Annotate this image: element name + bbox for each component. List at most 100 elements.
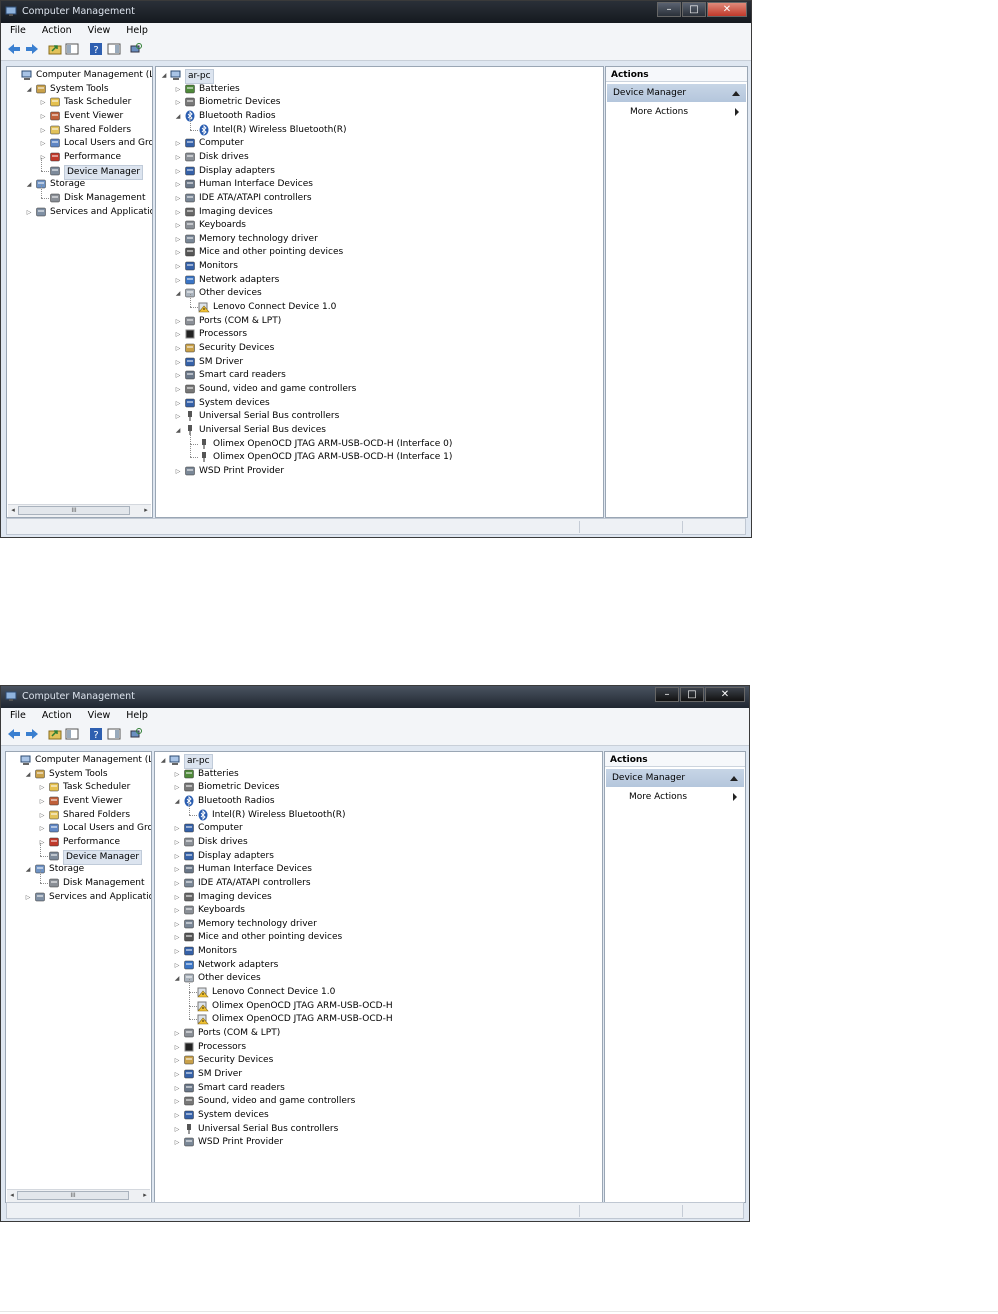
device-tree-item[interactable]: ▷ Batteries xyxy=(155,768,602,781)
collapse-icon[interactable]: ◢ xyxy=(174,289,182,299)
device-tree-item[interactable]: ▷ SM Driver xyxy=(156,356,603,369)
device-tree-item[interactable]: ▷ Network adapters xyxy=(155,959,602,972)
device-tree-item[interactable]: Intel(R) Wireless Bluetooth(R) xyxy=(155,801,602,822)
collapse-icon[interactable]: ◢ xyxy=(25,180,33,190)
console-tree-item[interactable]: ▷ Performance xyxy=(7,151,152,164)
expand-icon[interactable]: ▷ xyxy=(173,852,181,862)
minimize-button[interactable]: – xyxy=(655,687,679,702)
device-tree-item[interactable]: ▷ Processors xyxy=(156,328,603,341)
expand-icon[interactable]: ▷ xyxy=(173,783,181,793)
expand-icon[interactable]: ▷ xyxy=(173,865,181,875)
expand-icon[interactable]: ▷ xyxy=(39,98,47,108)
menu-file[interactable]: File xyxy=(1,23,32,39)
device-tree-item[interactable]: ▷ Display adapters xyxy=(155,850,602,863)
collapse-icon[interactable]: ◢ xyxy=(24,770,32,780)
expand-icon[interactable]: ▷ xyxy=(174,98,182,108)
device-tree-item[interactable]: ▷ SM Driver xyxy=(155,1068,602,1081)
scroll-thumb[interactable]: III xyxy=(17,1191,129,1200)
device-tree-item[interactable]: ▷ Sound, video and game controllers xyxy=(155,1095,602,1108)
expand-icon[interactable]: ▷ xyxy=(174,399,182,409)
device-tree-item[interactable]: ◢ Other devices xyxy=(156,287,603,300)
expand-icon[interactable]: ▷ xyxy=(173,933,181,943)
console-tree-item[interactable]: Device Manager xyxy=(7,157,152,180)
close-button[interactable]: ✕ xyxy=(707,2,747,17)
device-tree-item[interactable]: ▷ Smart card readers xyxy=(155,1082,602,1095)
console-tree-item[interactable]: Disk Management xyxy=(6,869,151,890)
expand-icon[interactable]: ▷ xyxy=(173,824,181,834)
collapse-icon[interactable]: ◢ xyxy=(173,974,181,984)
up-folder-icon[interactable] xyxy=(48,727,62,741)
expand-icon[interactable]: ▷ xyxy=(173,1029,181,1039)
console-tree-item[interactable]: Computer Management (Local xyxy=(6,754,151,767)
scroll-left-icon[interactable]: ◂ xyxy=(9,505,17,516)
device-tree-item[interactable]: ▷ Human Interface Devices xyxy=(156,178,603,191)
expand-icon[interactable]: ▷ xyxy=(173,1056,181,1066)
show-hide-tree-icon[interactable] xyxy=(65,727,79,741)
expand-icon[interactable]: ▷ xyxy=(174,85,182,95)
device-tree-item[interactable]: ▷ Ports (COM & LPT) xyxy=(156,315,603,328)
maximize-button[interactable]: □ xyxy=(682,2,706,17)
device-tree-item[interactable]: ▷ Memory technology driver xyxy=(155,918,602,931)
expand-icon[interactable]: ▷ xyxy=(173,906,181,916)
console-tree-item[interactable]: ▷ Task Scheduler xyxy=(6,781,151,794)
console-tree-item[interactable]: Disk Management xyxy=(7,184,152,205)
collapse-icon[interactable]: ◢ xyxy=(174,112,182,122)
menu-help[interactable]: Help xyxy=(116,23,154,39)
console-tree-item[interactable]: ▷ Event Viewer xyxy=(6,795,151,808)
expand-icon[interactable]: ▷ xyxy=(174,153,182,163)
expand-icon[interactable]: ▷ xyxy=(39,112,47,122)
expand-icon[interactable]: ▷ xyxy=(174,139,182,149)
device-tree-item[interactable]: ▷ Monitors xyxy=(155,945,602,958)
expand-icon[interactable]: ▷ xyxy=(173,893,181,903)
expand-icon[interactable]: ▷ xyxy=(173,879,181,889)
expand-icon[interactable]: ▷ xyxy=(173,770,181,780)
expand-icon[interactable]: ▷ xyxy=(174,235,182,245)
device-tree-item[interactable]: ▷ Keyboards xyxy=(155,904,602,917)
device-tree-item[interactable]: ▷ Disk drives xyxy=(156,151,603,164)
horizontal-scrollbar[interactable]: ◂ III ▸ xyxy=(7,1189,150,1202)
close-button[interactable]: ✕ xyxy=(705,687,745,702)
menu-action[interactable]: Action xyxy=(32,708,78,724)
expand-icon[interactable]: ▷ xyxy=(174,167,182,177)
device-tree-item[interactable]: ▷ IDE ATA/ATAPI controllers xyxy=(156,192,603,205)
menu-file[interactable]: File xyxy=(1,708,32,724)
expand-icon[interactable]: ▷ xyxy=(38,811,46,821)
menu-view[interactable]: View xyxy=(78,23,117,39)
expand-icon[interactable]: ▷ xyxy=(174,412,182,422)
device-tree-item[interactable]: ▷ Security Devices xyxy=(155,1054,602,1067)
device-tree-item[interactable]: ▷ Network adapters xyxy=(156,274,603,287)
expand-icon[interactable]: ▷ xyxy=(173,1111,181,1121)
console-tree-item[interactable]: ▷ Local Users and Groups xyxy=(7,137,152,150)
device-tree-item[interactable]: ◢ Other devices xyxy=(155,972,602,985)
expand-icon[interactable]: ▷ xyxy=(174,358,182,368)
expand-icon[interactable]: ▷ xyxy=(173,1084,181,1094)
console-tree-item[interactable]: ▷ Shared Folders xyxy=(6,809,151,822)
device-tree-item[interactable]: ▷ Smart card readers xyxy=(156,369,603,382)
forward-arrow-icon[interactable] xyxy=(25,727,39,741)
device-tree-item[interactable]: ◢ Universal Serial Bus devices xyxy=(156,424,603,437)
actions-device-manager[interactable]: Device Manager xyxy=(607,84,746,102)
expand-icon[interactable]: ▷ xyxy=(174,317,182,327)
device-tree-item[interactable]: ▷ Imaging devices xyxy=(156,206,603,219)
console-tree-item[interactable]: ▷ Services and Applications xyxy=(7,206,152,219)
expand-icon[interactable]: ▷ xyxy=(174,371,182,381)
expand-icon[interactable]: ▷ xyxy=(173,961,181,971)
device-tree-item[interactable]: ▷ IDE ATA/ATAPI controllers xyxy=(155,877,602,890)
device-tree-item[interactable]: ▷ Security Devices xyxy=(156,342,603,355)
expand-icon[interactable]: ▷ xyxy=(173,838,181,848)
console-tree-item[interactable]: ▷ Services and Applications xyxy=(6,891,151,904)
expand-icon[interactable]: ▷ xyxy=(174,330,182,340)
device-tree-item[interactable]: ▷ Sound, video and game controllers xyxy=(156,383,603,396)
scroll-right-icon[interactable]: ▸ xyxy=(141,1190,149,1201)
console-tree-item[interactable]: ◢ Storage xyxy=(6,863,151,876)
expand-icon[interactable]: ▷ xyxy=(174,180,182,190)
expand-icon[interactable]: ▷ xyxy=(38,797,46,807)
expand-icon[interactable]: ▷ xyxy=(173,1097,181,1107)
collapse-icon[interactable]: ◢ xyxy=(160,71,168,81)
horizontal-scrollbar[interactable]: ◂ III ▸ xyxy=(8,504,151,517)
expand-icon[interactable]: ▷ xyxy=(174,221,182,231)
expand-icon[interactable]: ▷ xyxy=(38,824,46,834)
device-tree-item[interactable]: ▷ Processors xyxy=(155,1041,602,1054)
device-tree-item[interactable]: ▷ Monitors xyxy=(156,260,603,273)
console-tree-item[interactable]: ◢ Storage xyxy=(7,178,152,191)
